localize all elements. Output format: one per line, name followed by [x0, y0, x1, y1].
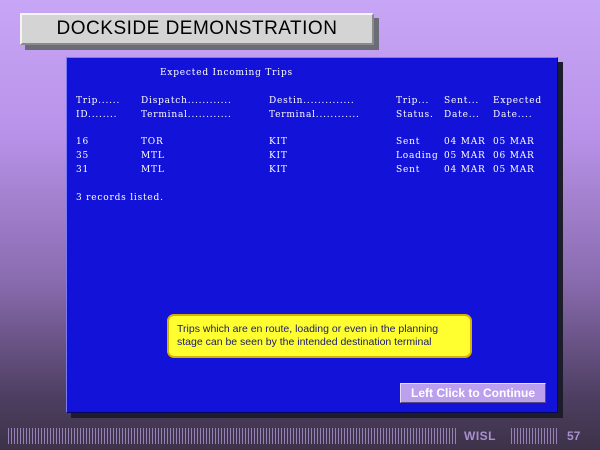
table-row-status: Sent — [396, 137, 421, 147]
col-header-trip: Trip...... — [76, 96, 121, 106]
screen-heading: Expected Incoming Trips — [160, 68, 293, 78]
table-row-destin: KIT — [269, 151, 288, 161]
footer-brand: WISL — [464, 429, 496, 443]
table-row-trip-id: 35 — [76, 151, 90, 161]
records-count: 3 records listed. — [76, 193, 164, 203]
table-row-expected-date: 05 MAR — [493, 137, 535, 147]
col-header-trip-2: ID........ — [76, 110, 118, 120]
table-row-dispatch: TOR — [141, 137, 164, 147]
table-row-sent-date: 04 MAR — [444, 137, 486, 147]
table-row-destin: KIT — [269, 165, 288, 175]
table-row-dispatch: MTL — [141, 151, 165, 161]
table-row-expected-date: 05 MAR — [493, 165, 535, 175]
info-callout: Trips which are en route, loading or eve… — [167, 314, 472, 358]
col-header-dispatch: Dispatch............ — [141, 96, 232, 106]
table-row-expected-date: 06 MAR — [493, 151, 535, 161]
col-header-trip-status: Trip... — [396, 96, 430, 106]
col-header-expected: Expected — [493, 96, 542, 106]
col-header-dispatch-2: Terminal............ — [141, 110, 232, 120]
footer-barcode-decoration-2 — [511, 428, 559, 444]
col-header-sent-2: Date... — [444, 110, 480, 120]
page-title: DOCKSIDE DEMONSTRATION — [56, 18, 338, 39]
footer-barcode-decoration — [8, 428, 456, 444]
col-header-sent: Sent... — [444, 96, 480, 106]
table-row-sent-date: 05 MAR — [444, 151, 486, 161]
col-header-destin-2: Terminal............ — [269, 110, 360, 120]
table-row-dispatch: MTL — [141, 165, 165, 175]
col-header-destin: Destin.............. — [269, 96, 355, 106]
continue-button[interactable]: Left Click to Continue — [400, 383, 546, 403]
callout-line-2: stage can be seen by the intended destin… — [177, 336, 432, 348]
table-row-sent-date: 04 MAR — [444, 165, 486, 175]
title-box: DOCKSIDE DEMONSTRATION — [20, 13, 374, 45]
table-row-status: Sent — [396, 165, 421, 175]
callout-line-1: Trips which are en route, loading or eve… — [177, 323, 439, 335]
table-row-trip-id: 16 — [76, 137, 90, 147]
table-row-trip-id: 31 — [76, 165, 90, 175]
table-row-status: Loading — [396, 151, 439, 161]
col-header-trip-status-2: Status. — [396, 110, 434, 120]
col-header-expected-2: Date.... — [493, 110, 533, 120]
terminal-screen: Expected Incoming Trips Trip...... Dispa… — [66, 57, 558, 413]
table-row-destin: KIT — [269, 137, 288, 147]
page-number: 57 — [567, 429, 581, 443]
